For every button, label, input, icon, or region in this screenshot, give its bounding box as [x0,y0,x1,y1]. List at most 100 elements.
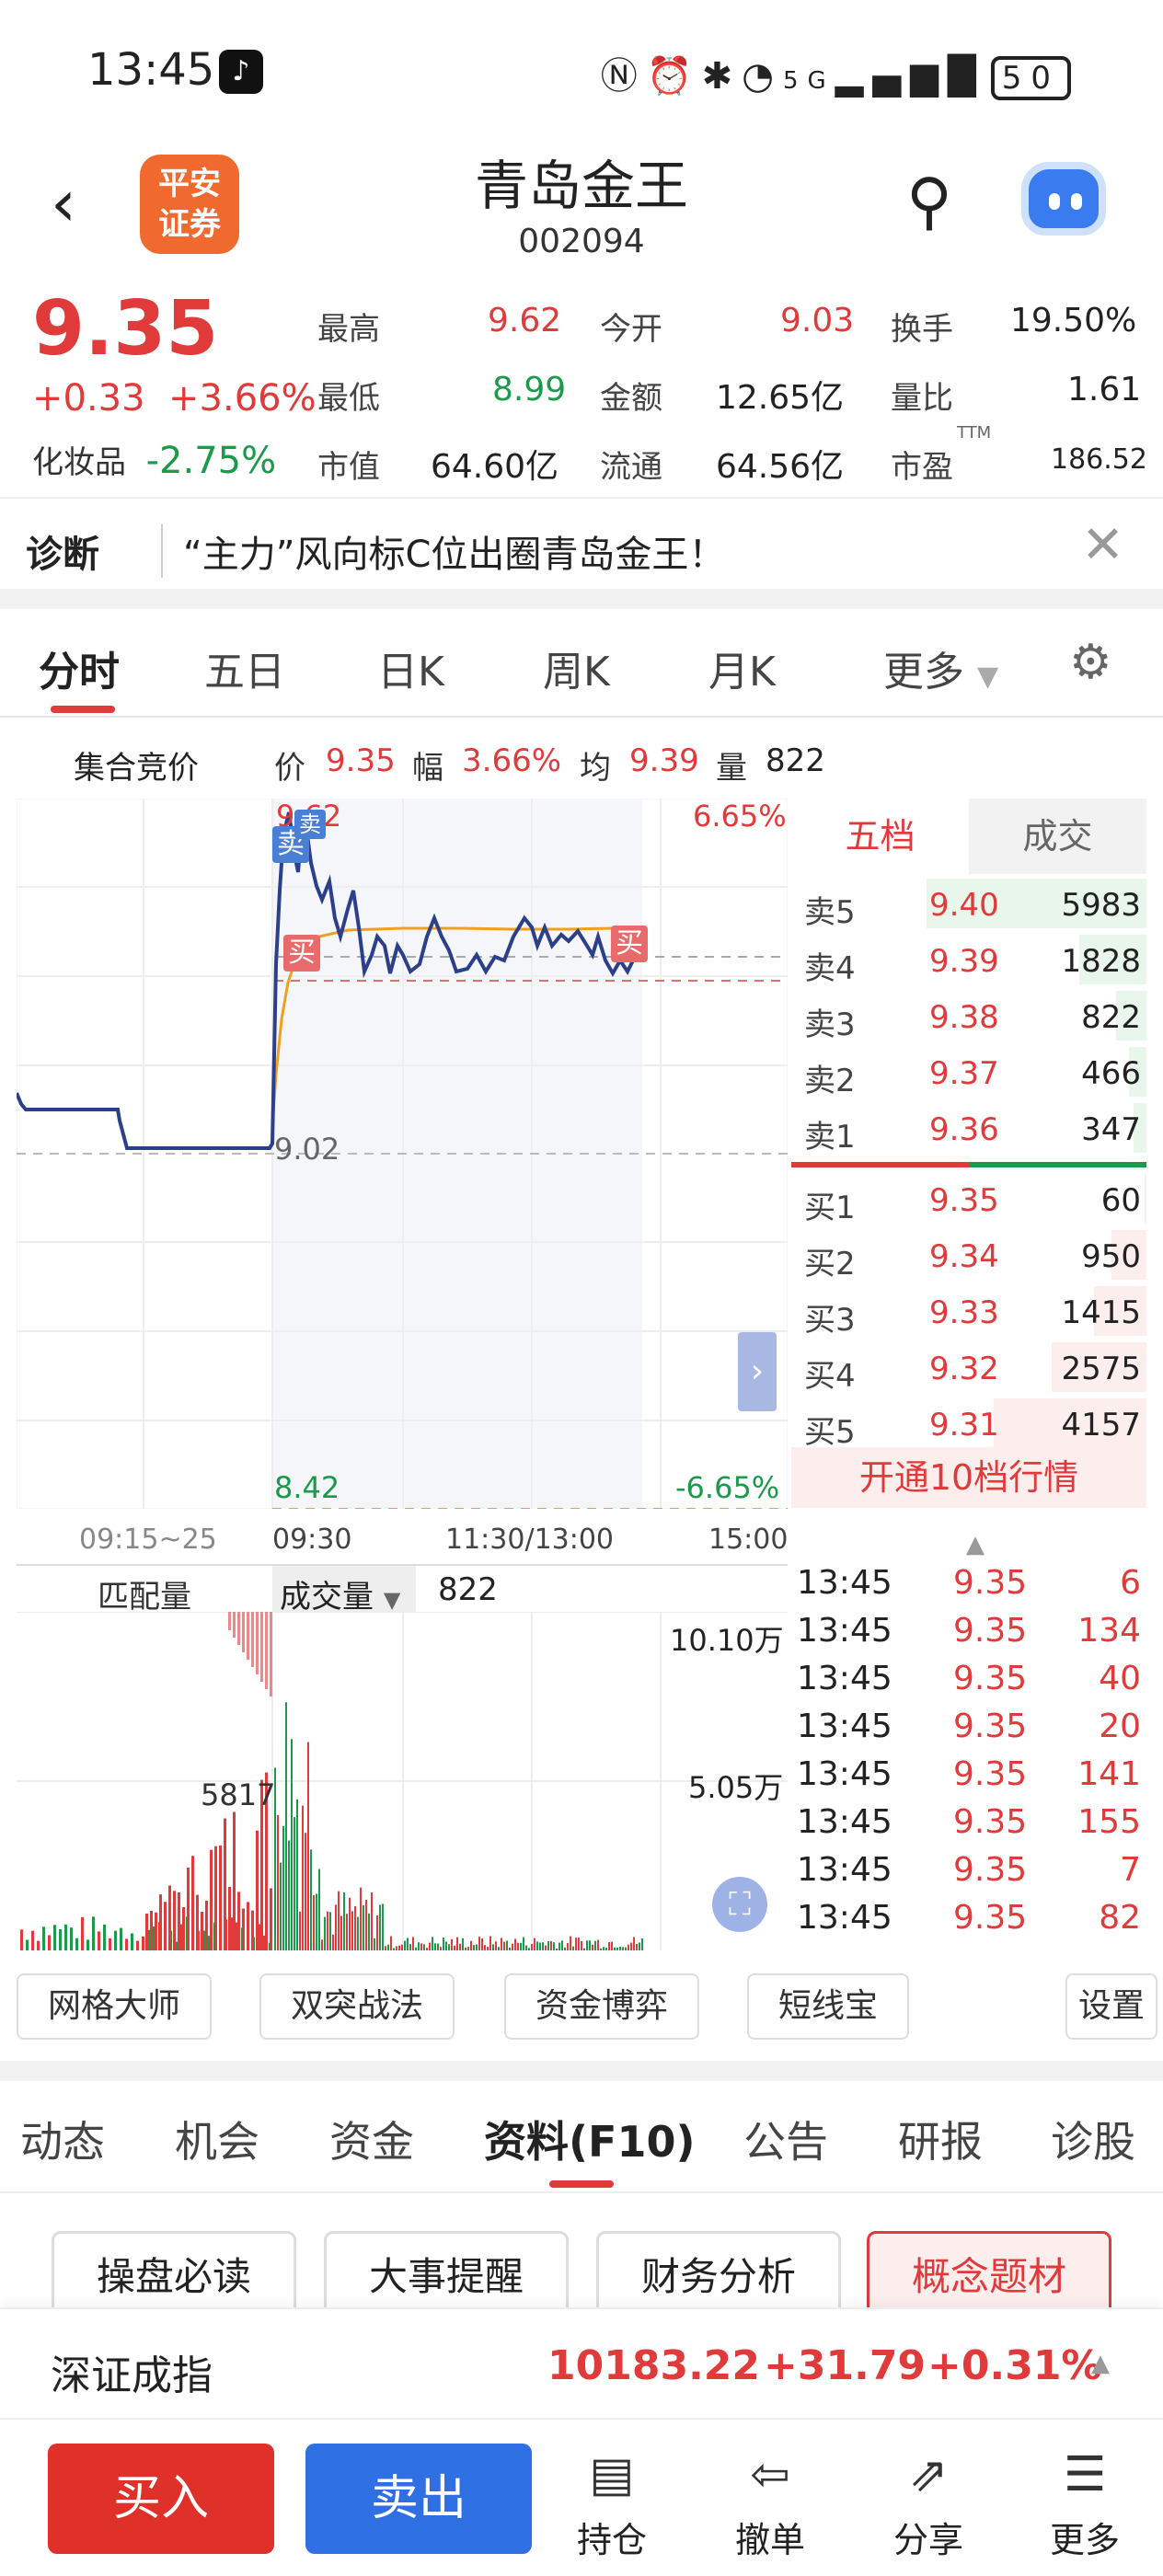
sell-button[interactable]: 卖出 [305,2444,532,2554]
intraday-chart[interactable]: 9.62 6.65% 9.02 8.42 -6.65% 卖 卖 买 买 › [17,799,788,1509]
bid-row[interactable]: 买3 9.33 1415 [791,1283,1146,1339]
wifi-icon: ◔ [742,55,783,98]
session-volume-bar [630,1942,632,1950]
auction-volume-bar [42,1926,45,1950]
session-volume-bar [456,1937,458,1950]
ask-volume: 1828 [1061,943,1141,980]
tab-five-levels[interactable]: 五档 [791,799,969,874]
match-volume-label: 匹配量 [98,1579,191,1616]
double-break-button[interactable]: 双突战法 [259,1973,455,2040]
volume-type-select[interactable]: 成交量 ▼ [272,1566,416,1616]
tick-price: 9.35 [953,1612,1028,1650]
index-ticker[interactable]: 深证成指 10183.22 +31.79 +0.31% ▲ [0,2307,1163,2418]
ask-row[interactable]: 卖2 9.37 466 [791,1044,1146,1099]
tab-more[interactable]: 更多 ▼ [883,638,998,697]
turnover-label: 换手 [891,311,953,348]
info-amp: 3.66% [462,742,562,779]
match-volume-bar [270,1612,272,1696]
bid-row[interactable]: 买5 9.31 4157 [791,1396,1146,1451]
fullscreen-icon[interactable]: ⛶ [712,1877,767,1932]
ask-row[interactable]: 卖3 9.38 822 [791,988,1146,1043]
session-volume-bar [285,1702,287,1950]
price-change: +0.33 +3.66% [32,377,317,420]
tab-funds[interactable]: 资金 [329,2109,414,2169]
session-volume-bar [561,1940,563,1950]
ask-row[interactable]: 卖1 9.36 347 [791,1100,1146,1156]
sell-marker-2[interactable]: 卖 [294,810,326,839]
short-term-button[interactable]: 短线宝 [747,1973,909,2040]
volume-panel: 匹配量 成交量 ▼ 822 10.10万 5.05万 5817 ⛶ [17,1564,788,1950]
sector-info[interactable]: 化妆品 -2.75% [32,437,276,482]
tab-research[interactable]: 研报 [898,2109,983,2169]
ask-price: 9.37 [929,1055,999,1092]
more-button[interactable]: ☰ 更多 [1034,2447,1135,2562]
tab-underline [549,2180,614,2188]
tab-f10[interactable]: 资料(F10) [484,2109,695,2169]
tab-5day[interactable]: 五日 [204,638,285,697]
tab-intraday[interactable]: 分时 [39,638,120,697]
ask-row[interactable]: 卖4 9.39 1828 [791,932,1146,987]
cancel-order-button[interactable]: ⇦ 撤单 [720,2447,821,2562]
session-volume-bar [280,1862,282,1950]
stock-header: ‹ 平安 证券 青岛金王 002094 ⚲ [0,138,1163,276]
assistant-robot-icon[interactable] [1021,162,1106,236]
session-volume-bar [363,1904,364,1950]
session-volume-bar [512,1943,513,1950]
gear-icon[interactable]: ⚙ [1069,635,1112,690]
fund-game-button[interactable]: 资金博弈 [504,1973,699,2040]
session-volume-bar [520,1942,522,1950]
bid-price: 9.32 [929,1351,999,1387]
tab-daily-k[interactable]: 日K [377,638,444,697]
session-volume-bar [542,1942,544,1950]
session-volume-bar [390,1936,392,1950]
session-volume-bar [440,1947,442,1950]
chart-mid-price: 9.02 [274,1132,340,1167]
session-volume-bar [302,1805,304,1950]
open-level10-button[interactable]: 开通10档行情 [791,1447,1146,1508]
buy-marker[interactable]: 买 [283,935,320,972]
tab-weekly-k[interactable]: 周K [543,638,610,697]
bid-volume: 60 [1100,1182,1141,1219]
session-volume-bar [407,1938,409,1950]
tab-monthly-k[interactable]: 月K [708,638,776,697]
expand-panel-icon[interactable]: › [738,1332,777,1411]
session-volume-bar [462,1938,464,1950]
share-button[interactable]: ⇗ 分享 [878,2447,979,2562]
tab-announcements[interactable]: 公告 [743,2109,828,2169]
search-icon[interactable]: ⚲ [906,166,952,238]
bid-row[interactable]: 买2 9.34 950 [791,1227,1146,1282]
positions-button[interactable]: ▤ 持仓 [561,2447,662,2562]
low-label: 最低 [317,380,380,417]
auction-volume-bar [214,1846,217,1950]
bid-row[interactable]: 买1 9.35 60 [791,1171,1146,1226]
session-volume-bar [418,1942,420,1950]
diagnosis-banner[interactable]: 诊断 “主力”风向标C位出圈青岛金王！ ✕ [0,497,1163,589]
bid-row[interactable]: 买4 9.32 2575 [791,1340,1146,1395]
tab-diagnose[interactable]: 诊股 [1051,2109,1135,2169]
match-volume-bar [247,1612,249,1660]
auction-volume-bar [114,1930,117,1950]
more-label: 更多 [1049,2520,1120,2560]
tick-list: ▲ 13:45 9.35 6 13:45 9.35 134 13:45 9.35 40 13:45… [791,1531,1146,1950]
session-volume-bar [321,1939,323,1950]
tick-price: 9.35 [953,1851,1028,1889]
expand-up-icon[interactable]: ▲ [1091,2350,1110,2377]
session-volume-bar [592,1944,593,1950]
session-volume-bar [581,1941,582,1950]
tab-opportunity[interactable]: 机会 [175,2109,259,2169]
tab-news[interactable]: 动态 [20,2109,105,2169]
session-volume-bar [594,1940,596,1950]
tab-trades[interactable]: 成交 [969,799,1146,874]
session-volume-bar [558,1942,560,1950]
tools-settings-button[interactable]: 设置 [1065,1973,1157,2040]
auction-volume-bar [26,1939,29,1950]
close-icon[interactable]: ✕ [1081,515,1124,575]
grid-master-button[interactable]: 网格大师 [17,1973,212,2040]
session-volume-bar [307,1742,309,1950]
ask-row[interactable]: 卖5 9.40 5983 [791,876,1146,931]
scroll-up-icon[interactable]: ▲ [966,1531,985,1558]
buy-marker-2[interactable]: 买 [611,926,648,962]
info-tabs: 动态 机会 资金 资料(F10) 公告 研报 诊股 [0,2081,1163,2191]
buy-button[interactable]: 买入 [48,2444,274,2554]
session-volume-bar [539,1942,541,1950]
